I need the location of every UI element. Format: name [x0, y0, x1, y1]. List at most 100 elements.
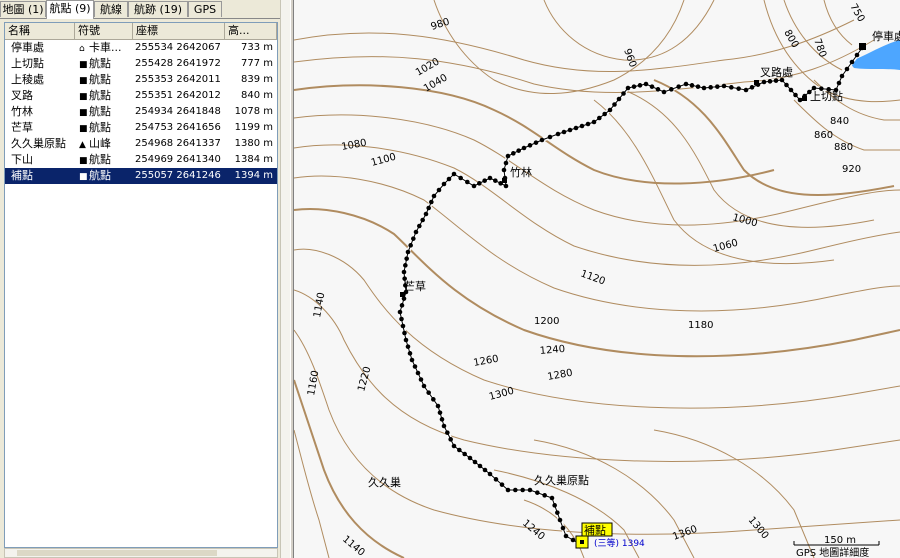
- truck-icon[interactable]: [859, 43, 866, 50]
- track-point: [749, 85, 755, 90]
- contour-label: 960: [621, 47, 638, 69]
- waypoint-coord: 254934 2641848: [135, 106, 221, 117]
- horizontal-scrollbar[interactable]: [4, 548, 278, 558]
- track-point: [621, 91, 626, 96]
- track-point: [643, 81, 649, 87]
- waypoint-icon: ■: [79, 124, 88, 134]
- track-point: [793, 92, 798, 98]
- track-point: [631, 84, 637, 89]
- table-row[interactable]: 上切點 ■航點 255428 2641972 777 m: [5, 56, 277, 72]
- table-row[interactable]: 下山 ■航點 254969 2641340 1384 m: [5, 152, 277, 168]
- track-points: [397, 45, 865, 543]
- track-point: [761, 79, 767, 85]
- track-point: [683, 81, 689, 87]
- track-point: [676, 84, 681, 89]
- track-point: [585, 121, 591, 127]
- map-waypoint-label-selected[interactable]: 補點: [584, 524, 606, 537]
- contour-label: 1000: [731, 212, 758, 229]
- gps-track[interactable]: [397, 46, 864, 546]
- map-canvas: .ct{fill:none;stroke:#b08c60;stroke-widt…: [294, 0, 900, 558]
- tab-map[interactable]: 地圖 (1): [0, 1, 46, 17]
- waypoint-alt: 1394 m: [234, 170, 273, 181]
- waypoint-name: 叉路: [11, 89, 33, 102]
- track-point: [839, 73, 845, 79]
- track-point: [573, 125, 579, 131]
- benchmark-label: (三等) 1394: [594, 537, 645, 549]
- waypoint-alt: 840 m: [240, 90, 273, 101]
- waypoint-coord: 254969 2641340: [135, 154, 221, 165]
- column-header-alt[interactable]: 高...: [225, 23, 277, 39]
- waypoint-list[interactable]: 名稱 符號 座標 高... 停車處 ⌂ 卡車... 255534 2642067 733…: [4, 22, 278, 548]
- track-point: [448, 437, 453, 442]
- waypoint-name: 補點: [11, 169, 33, 182]
- detail-label: GPS 地圖詳細度: [796, 546, 869, 558]
- map-waypoint-label[interactable]: 叉路處: [760, 65, 793, 79]
- map-waypoint-label[interactable]: 芒草: [404, 280, 426, 293]
- vertical-scrollbar[interactable]: [280, 0, 290, 558]
- gps-track-line: [399, 47, 863, 545]
- track-point: [441, 423, 447, 429]
- tab-routes[interactable]: 航線: [94, 1, 128, 17]
- column-header-coord[interactable]: 座標: [133, 23, 225, 39]
- waypoint-icon: ■: [79, 92, 88, 102]
- track-point: [462, 451, 467, 457]
- track-point: [418, 377, 424, 382]
- track-point: [729, 85, 734, 90]
- waypoint-marker[interactable]: [502, 178, 507, 183]
- track-point: [555, 510, 560, 515]
- track-point: [482, 467, 488, 473]
- track-point: [625, 85, 631, 91]
- waypoint-marker[interactable]: [802, 96, 807, 101]
- track-point: [513, 487, 518, 493]
- table-row[interactable]: 竹林 ■航點 254934 2641848 1078 m: [5, 104, 277, 120]
- waypoint-symbol: ■航點: [79, 120, 135, 136]
- table-row[interactable]: 上稜處 ■航點 255353 2642011 839 m: [5, 72, 277, 88]
- map-waypoint-label[interactable]: 久久巢原點: [534, 474, 589, 487]
- tab-strip: 地圖 (1) 航點 (9) 航線 航跡 (19) GPS: [0, 0, 290, 19]
- contour-label: 1060: [712, 238, 739, 255]
- contour-label: 840: [830, 116, 849, 127]
- track-point: [715, 84, 720, 89]
- map-waypoint-label[interactable]: 停車處: [872, 29, 900, 43]
- track-point: [441, 181, 447, 187]
- waypoint-alt: 733 m: [240, 42, 273, 53]
- waypoint-name: 上稜處: [11, 73, 44, 86]
- track-point: [423, 211, 429, 217]
- tab-waypoints[interactable]: 航點 (9): [46, 0, 94, 19]
- column-header-name[interactable]: 名稱: [5, 23, 75, 39]
- track-point: [403, 263, 408, 268]
- topo-map[interactable]: .ct{fill:none;stroke:#b08c60;stroke-widt…: [294, 0, 900, 558]
- column-header-symbol[interactable]: 符號: [75, 23, 133, 39]
- track-point: [602, 111, 607, 117]
- waypoint-marker[interactable]: [754, 80, 759, 85]
- table-row[interactable]: 停車處 ⌂ 卡車... 255534 2642067 733 m: [5, 40, 277, 56]
- track-point: [415, 370, 421, 376]
- waypoint-symbol: ■航點: [79, 168, 135, 184]
- contour-label: 780: [811, 37, 828, 59]
- track-point: [420, 217, 425, 223]
- table-row[interactable]: 補點 ■航點 255057 2641246 1394 m: [5, 168, 277, 184]
- track-point: [527, 143, 533, 148]
- waypoint-name: 停車處: [11, 41, 44, 54]
- track-point: [784, 82, 789, 88]
- map-waypoint-label[interactable]: 竹林: [510, 165, 532, 179]
- selected-waypoint-dot: [580, 540, 584, 544]
- waypoint-icon: ■: [79, 76, 88, 86]
- contour-label: 1280: [547, 368, 574, 383]
- map-waypoint-label[interactable]: 上切點: [810, 90, 843, 103]
- contour-label: 1360: [671, 524, 699, 543]
- tab-gps[interactable]: GPS: [188, 1, 222, 17]
- track-point: [655, 87, 661, 92]
- waypoint-symbol: ■航點: [79, 104, 135, 120]
- table-row[interactable]: 叉路 ■航點 255351 2642012 840 m: [5, 88, 277, 104]
- scroll-thumb[interactable]: [17, 550, 217, 556]
- table-row[interactable]: 芒草 ■航點 254753 2641656 1199 m: [5, 120, 277, 136]
- track-point: [591, 119, 597, 125]
- track-point: [511, 151, 516, 156]
- track-point: [557, 517, 563, 523]
- track-point: [405, 249, 411, 255]
- tab-tracks[interactable]: 航跡 (19): [128, 1, 188, 17]
- waypoint-panel: 地圖 (1) 航點 (9) 航線 航跡 (19) GPS 名稱 符號 座標 高.…: [0, 0, 290, 558]
- table-row[interactable]: 久久巢原點 ▲ 山峰 254968 2641337 1380 m: [5, 136, 277, 152]
- track-point: [661, 89, 667, 95]
